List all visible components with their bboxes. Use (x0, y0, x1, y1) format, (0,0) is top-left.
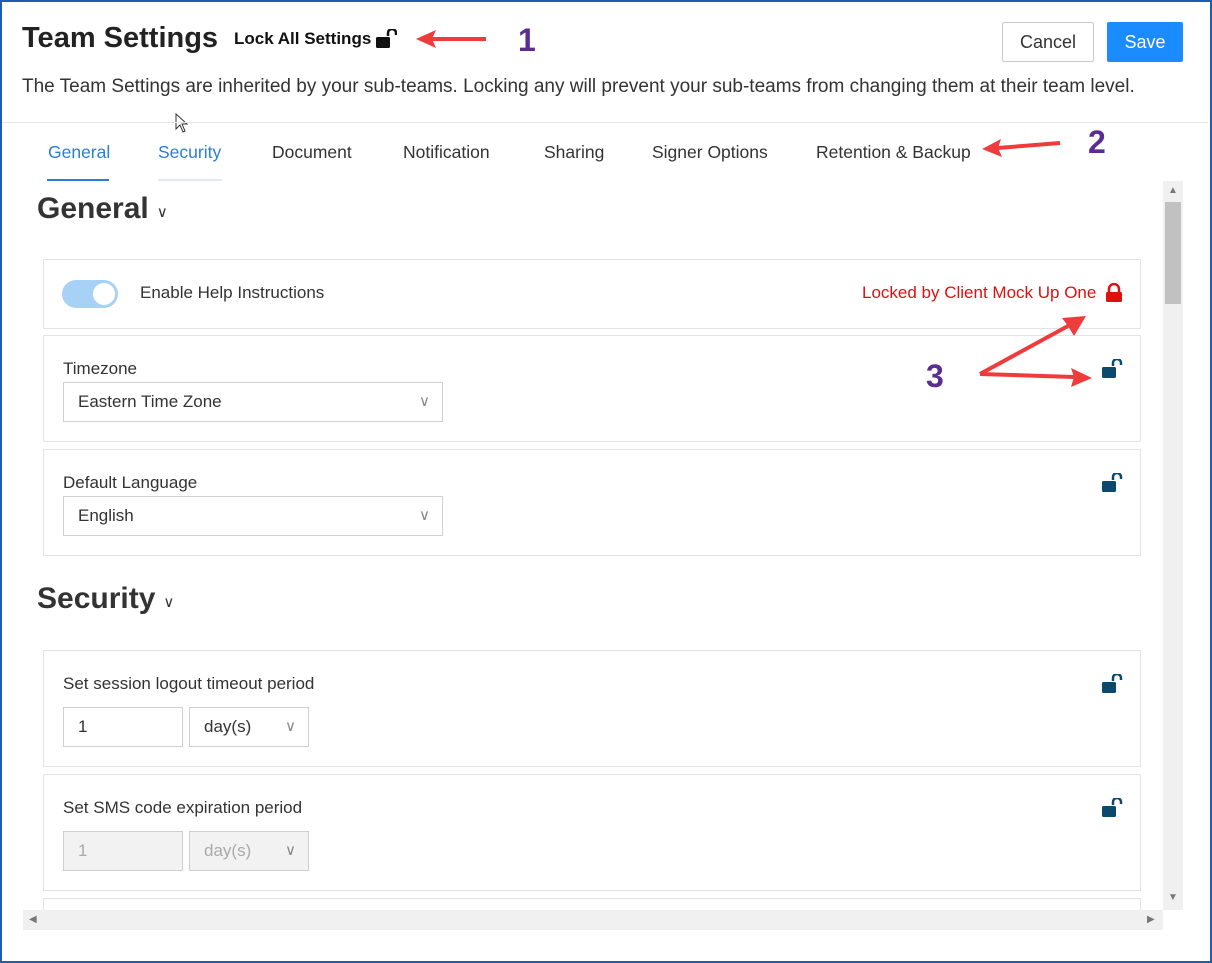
sms-unit-value: day(s) (204, 841, 252, 860)
horizontal-scrollbar[interactable]: ◀ ▶ (23, 910, 1163, 930)
annotation-number-1: 1 (518, 22, 536, 58)
scroll-up-arrow-icon[interactable]: ▲ (1168, 185, 1178, 196)
save-button[interactable]: Save (1107, 22, 1183, 62)
unlocked-padlock-icon[interactable] (1101, 674, 1123, 694)
timezone-select[interactable]: Eastern Time Zone ∨ (63, 382, 443, 422)
chevron-down-icon: ∨ (285, 842, 296, 859)
sms-expiration-input[interactable]: 1 (63, 831, 183, 871)
unlocked-padlock-icon[interactable] (1101, 473, 1123, 493)
tab-retention-backup[interactable]: Retention & Backup (816, 142, 971, 163)
session-timeout-label: Set session logout timeout period (63, 674, 315, 693)
chevron-down-icon: ∨ (285, 718, 296, 735)
help-instructions-label: Enable Help Instructions (140, 283, 325, 302)
annotation-arrow-2 (982, 139, 1061, 157)
vertical-scrollbar[interactable]: ▲ ▼ (1163, 181, 1183, 910)
session-timeout-unit-select[interactable]: day(s) ∨ (189, 707, 309, 747)
chevron-down-icon: ∨ (419, 507, 430, 524)
lock-all-settings-toggle[interactable]: Lock All Settings (234, 29, 398, 49)
unlocked-padlock-icon[interactable] (1101, 359, 1123, 379)
annotation-number-3: 3 (926, 358, 944, 394)
section-heading-security[interactable]: Security ∨ (37, 582, 174, 616)
session-timeout-input[interactable]: 1 (63, 707, 183, 747)
scroll-left-arrow-icon[interactable]: ◀ (29, 914, 37, 925)
section-title-security: Security (37, 582, 156, 615)
mouse-cursor-icon (175, 113, 189, 133)
tab-security-underline (158, 179, 222, 181)
header-divider (2, 122, 1208, 123)
tab-general-underline (47, 179, 109, 181)
language-value: English (78, 506, 134, 525)
chevron-down-icon: ∨ (156, 204, 168, 221)
tab-general[interactable]: General (48, 142, 110, 163)
scrollbar-thumb[interactable] (1165, 202, 1181, 304)
chevron-down-icon: ∨ (163, 594, 175, 611)
page-description: The Team Settings are inherited by your … (22, 76, 1135, 97)
tab-notification[interactable]: Notification (403, 142, 490, 163)
setting-card-next (43, 898, 1141, 910)
timezone-value: Eastern Time Zone (78, 392, 222, 411)
chevron-down-icon: ∨ (419, 393, 430, 410)
section-heading-general[interactable]: General ∨ (37, 192, 168, 226)
annotation-number-2: 2 (1088, 124, 1106, 160)
annotation-arrows-3 (979, 316, 1092, 387)
annotation-arrow-1 (416, 30, 486, 48)
unlocked-padlock-icon (376, 29, 398, 48)
sms-expiration-label: Set SMS code expiration period (63, 798, 303, 817)
tab-document[interactable]: Document (272, 142, 352, 163)
scroll-right-arrow-icon[interactable]: ▶ (1147, 914, 1155, 925)
scroll-down-arrow-icon[interactable]: ▼ (1168, 892, 1178, 903)
tab-security[interactable]: Security (158, 142, 221, 163)
toggle-knob (93, 283, 115, 305)
unlocked-padlock-icon[interactable] (1101, 798, 1123, 818)
language-select[interactable]: English ∨ (63, 496, 443, 536)
locked-padlock-icon[interactable] (1105, 283, 1123, 303)
language-label: Default Language (63, 473, 198, 492)
help-instructions-toggle[interactable] (62, 280, 118, 308)
section-title-general: General (37, 192, 149, 225)
timezone-label: Timezone (63, 359, 138, 378)
tab-signer-options[interactable]: Signer Options (652, 142, 768, 163)
sms-expiration-unit-select[interactable]: day(s) ∨ (189, 831, 309, 871)
cancel-button[interactable]: Cancel (1002, 22, 1094, 62)
page-title: Team Settings (22, 22, 219, 54)
session-unit-value: day(s) (204, 717, 252, 736)
locked-by-text: Locked by Client Mock Up One (862, 283, 1097, 302)
tab-sharing[interactable]: Sharing (544, 142, 604, 163)
lock-all-label: Lock All Settings (234, 29, 372, 48)
